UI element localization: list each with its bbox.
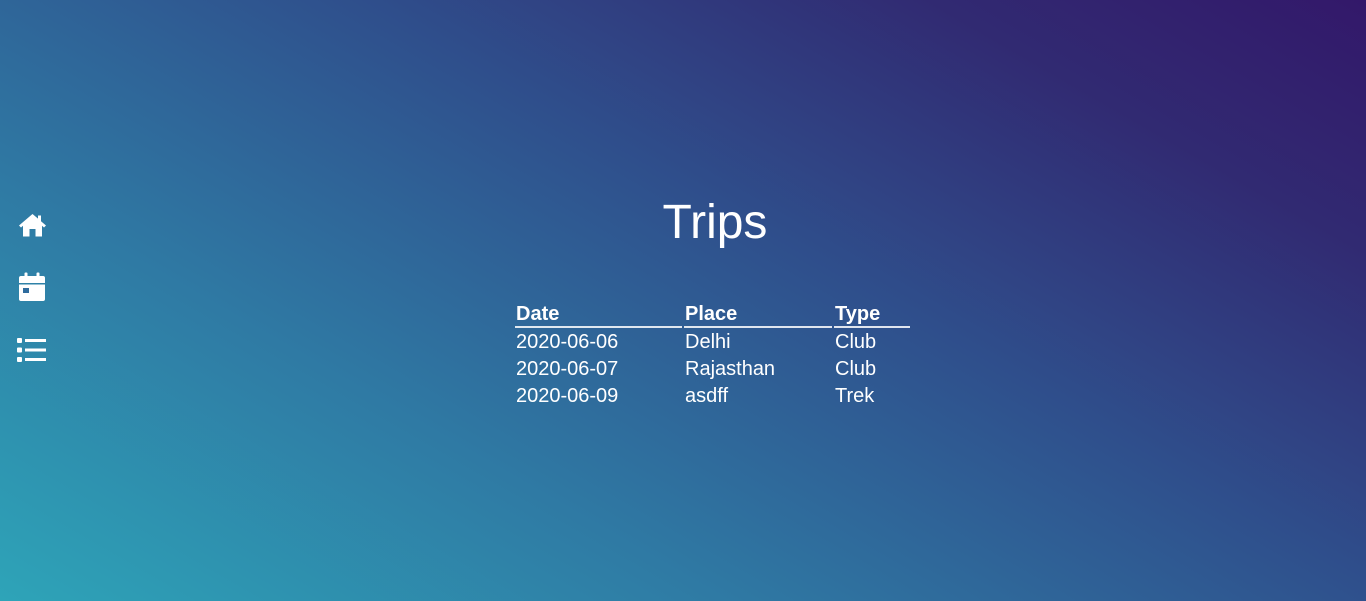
cell-place: Delhi — [685, 331, 731, 353]
column-header-type: Type — [834, 301, 910, 328]
table-header-row: Date Place Type — [515, 301, 910, 328]
cell-place: asdff — [685, 385, 728, 407]
table-row: 2020-06-09 asdff Trek — [515, 382, 910, 409]
cell-place: Rajasthan — [685, 358, 776, 380]
cell-type: Trek — [835, 385, 875, 407]
cell-date: 2020-06-06 — [516, 331, 619, 353]
column-header-date: Date — [515, 301, 682, 328]
cell-type: Club — [835, 358, 877, 380]
table-row: 2020-06-07 Rajasthan Club — [515, 355, 910, 382]
cell-type: Club — [835, 331, 877, 353]
table-row: 2020-06-06 Delhi Club — [515, 328, 910, 355]
cell-date: 2020-06-09 — [516, 385, 619, 407]
trips-table: Date Place Type 2020-06-06 Delhi Club 20… — [513, 301, 912, 409]
column-header-place: Place — [684, 301, 832, 328]
cell-date: 2020-06-07 — [516, 358, 619, 380]
page-title: Trips — [662, 196, 768, 249]
main-content: Trips Date Place Type 2020-06-06 Delhi C… — [0, 0, 1366, 601]
